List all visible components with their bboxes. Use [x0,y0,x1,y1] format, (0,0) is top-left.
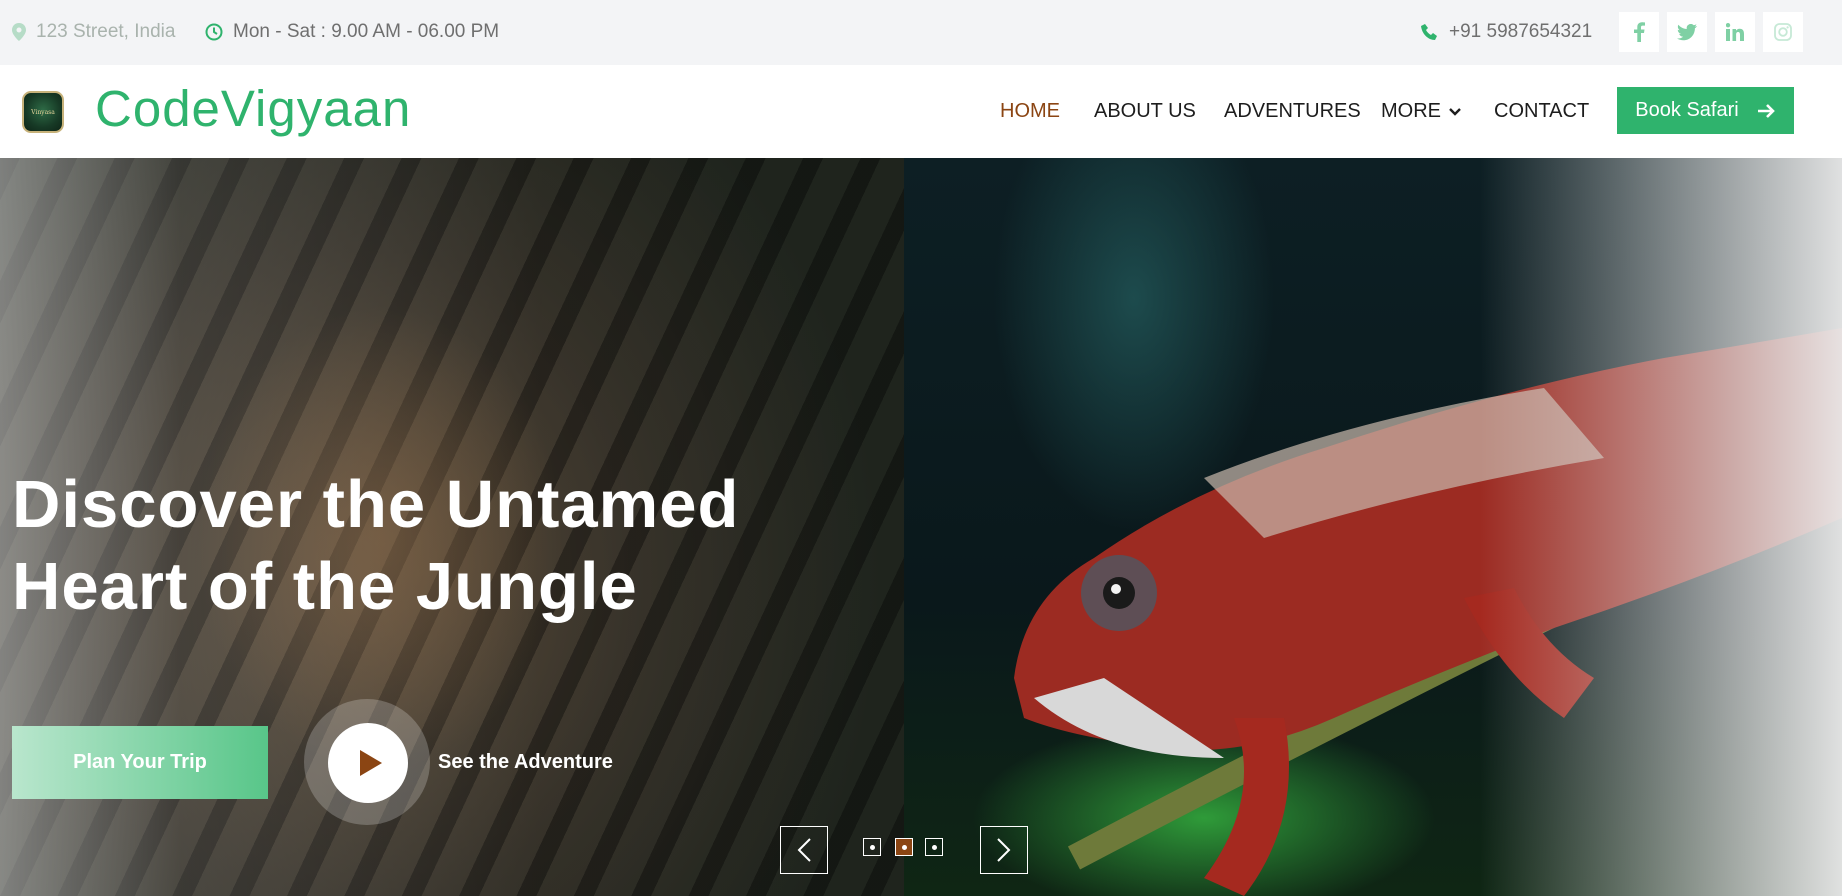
phone-text: +91 5987654321 [1449,21,1593,42]
hours-info: Mon - Sat : 9.00 AM - 06.00 PM [205,20,499,44]
top-info-bar: 123 Street, India Mon - Sat : 9.00 AM - … [0,0,1842,65]
nav-adventures[interactable]: ADVENTURES [1224,100,1361,123]
hero-headline-line2: Heart of the Jungle [12,549,638,624]
arrow-right-icon [1757,103,1775,118]
chevron-right-icon [997,838,1011,862]
twitter-icon[interactable] [1667,12,1707,52]
nav-home[interactable]: HOME [1000,100,1060,123]
book-safari-button[interactable]: Book Safari [1617,87,1794,134]
facebook-icon[interactable] [1619,12,1659,52]
address-text: 123 Street, India [36,21,176,42]
carousel-dot-1[interactable] [863,838,881,856]
plan-trip-button[interactable]: Plan Your Trip [12,726,268,799]
nav-about-us[interactable]: ABOUT US [1094,100,1196,123]
social-links [1619,12,1803,52]
carousel-next-button[interactable] [980,826,1028,874]
linkedin-icon[interactable] [1715,12,1755,52]
phone-info[interactable]: +91 5987654321 [1421,20,1592,44]
nav-contact[interactable]: CONTACT [1494,100,1589,123]
chevron-down-icon [1449,107,1461,116]
nav-more-label: MORE [1381,100,1441,122]
brand-logo[interactable]: Vinyasa [22,91,64,133]
hero-edge-fade [1480,158,1842,896]
hero-headline: Discover the Untamed Heart of the Jungle [12,464,832,628]
hours-text: Mon - Sat : 9.00 AM - 06.00 PM [233,21,500,42]
address-info: 123 Street, India [12,20,175,44]
main-navbar: Vinyasa CodeVigyaan HOME ABOUT US ADVENT… [0,65,1842,158]
logo-text: Vinyasa [31,109,55,116]
clock-icon [205,23,223,41]
carousel-dot-3[interactable] [925,838,943,856]
brand-name[interactable]: CodeVigyaan [95,79,411,138]
see-adventure-link[interactable]: See the Adventure [438,751,613,774]
play-video-button[interactable] [328,723,408,803]
play-icon [359,750,382,776]
carousel-dot-2[interactable] [895,838,913,856]
hero-carousel: Discover the Untamed Heart of the Jungle… [0,158,1842,896]
chevron-left-icon [797,838,811,862]
book-safari-label: Book Safari [1635,99,1739,121]
phone-icon [1421,24,1437,40]
location-pin-icon [12,23,26,41]
carousel-prev-button[interactable] [780,826,828,874]
hero-headline-line1: Discover the Untamed [12,467,740,542]
instagram-icon[interactable] [1763,12,1803,52]
nav-more[interactable]: MORE [1381,100,1461,123]
